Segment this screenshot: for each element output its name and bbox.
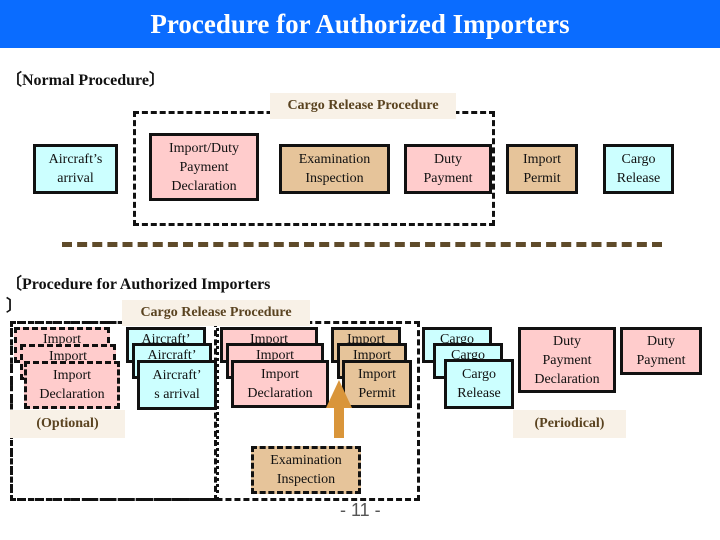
stack-import-declaration-front: Import Declaration: [24, 361, 120, 409]
periodical-label: (Periodical): [513, 410, 626, 438]
examination-inspection-box: Examination Inspection: [251, 446, 361, 494]
step-examination-inspection: Examination Inspection: [279, 144, 390, 194]
stack-aircraft-arrival-front: Aircraft’ s arrival: [137, 360, 217, 410]
title-bar: Procedure for Authorized Importers: [0, 0, 720, 48]
stack-import-permit-front: Import Permit: [342, 360, 412, 408]
page-title: Procedure for Authorized Importers: [150, 8, 570, 39]
optional-label: (Optional): [10, 410, 125, 438]
authorized-cargo-release-label: Cargo Release Procedure: [122, 300, 310, 326]
step-cargo-release: Cargo Release: [603, 144, 674, 194]
authorized-procedure-heading: 〔Procedure for Authorized Importers: [6, 276, 271, 293]
duty-payment-declaration: Duty Payment Declaration: [518, 327, 616, 393]
authorized-procedure-heading-bracket: 〕: [6, 298, 23, 315]
step-aircraft-arrival: Aircraft’s arrival: [33, 144, 118, 194]
stack-import-declaration2-front: Import Declaration: [231, 360, 329, 408]
page-number: - 11 -: [340, 500, 381, 520]
normal-cargo-release-label: Cargo Release Procedure: [270, 93, 456, 119]
normal-procedure-heading: 〔Normal Procedure〕: [6, 72, 165, 89]
duty-payment: Duty Payment: [620, 327, 702, 375]
up-arrow-icon: [326, 380, 352, 408]
stack-cargo-release-front: Cargo Release: [444, 359, 514, 409]
step-import-duty-declaration: Import/Duty Payment Declaration: [149, 133, 259, 201]
up-arrow-shaft: [334, 408, 344, 438]
step-duty-payment: Duty Payment: [404, 144, 492, 194]
step-import-permit: Import Permit: [506, 144, 578, 194]
section-divider: [62, 242, 662, 247]
